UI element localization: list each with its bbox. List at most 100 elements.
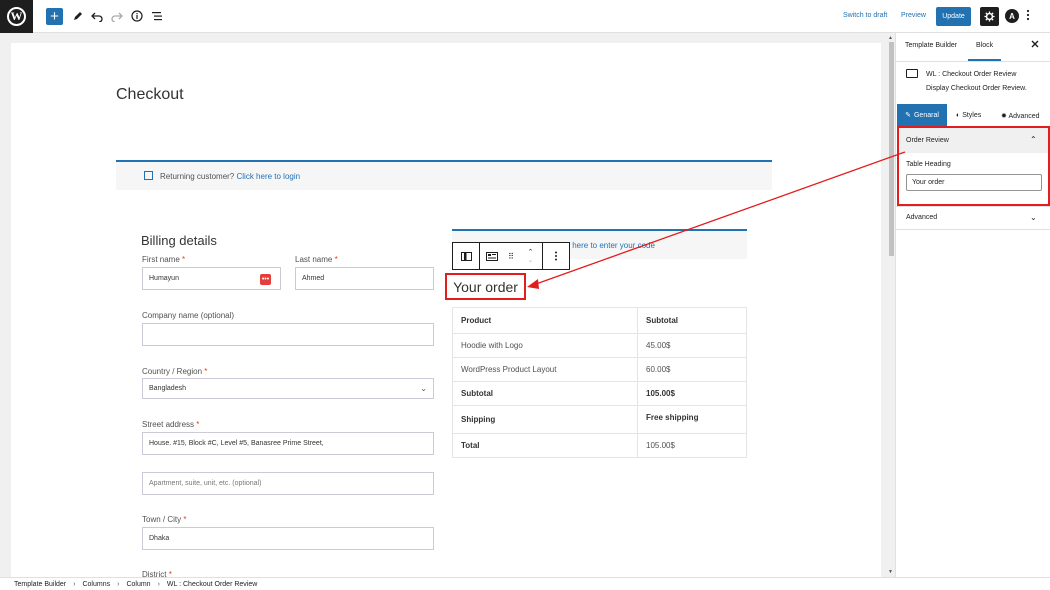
company-name-input[interactable]	[142, 323, 434, 346]
block-options-button[interactable]	[543, 243, 569, 269]
add-block-button[interactable]: +	[46, 8, 63, 25]
total-value: 105.00$	[637, 433, 747, 458]
palette-icon: ◐	[956, 112, 961, 119]
calendar-icon	[144, 171, 153, 180]
editor-canvas[interactable]	[11, 43, 881, 577]
edit-tool-button[interactable]	[69, 7, 87, 25]
returning-customer-notice: Returning customer? Click here to login	[116, 160, 772, 190]
list-view-button[interactable]	[148, 7, 166, 25]
wrench-icon: ✎	[905, 112, 911, 119]
block-toolbar: ⠿ ⌃ ⌄	[452, 242, 570, 270]
breadcrumb-item-columns[interactable]: Columns	[82, 581, 110, 588]
drag-handle-icon: ⠿	[508, 251, 514, 261]
tab-general[interactable]: ✎ Genaral	[897, 104, 947, 126]
details-button[interactable]	[128, 7, 146, 25]
highlight-box	[897, 126, 1050, 206]
tab-styles[interactable]: ◐ Styles	[956, 112, 981, 119]
block-title: WL : Checkout Order Review	[926, 71, 1017, 78]
required-mark: *	[334, 255, 338, 264]
total-label: Total	[452, 433, 638, 458]
scrollbar-thumb[interactable]	[889, 42, 894, 256]
first-name-label-text: First name	[142, 255, 180, 264]
chevron-up-icon[interactable]: ⌃	[528, 248, 534, 256]
cog-icon: ✹	[1001, 113, 1007, 120]
chevron-down-icon: ⌄	[420, 384, 427, 393]
breadcrumb-item-block[interactable]: WL : Checkout Order Review	[167, 581, 257, 588]
country-value: Bangladesh	[149, 385, 186, 392]
tab-advanced-label: Advanced	[1008, 113, 1040, 120]
login-link[interactable]: Click here to login	[237, 172, 301, 181]
city-input[interactable]: Dhaka	[142, 527, 434, 550]
order-review-table: Product Subtotal Hoodie with Logo 45.00$…	[452, 307, 747, 458]
switch-to-draft-button[interactable]: Switch to draft	[843, 12, 887, 19]
scroll-up-arrow[interactable]: ▲	[888, 35, 893, 41]
columns-icon	[460, 251, 472, 261]
required-mark: *	[183, 515, 187, 524]
chevron-down-icon[interactable]: ⌄	[1030, 213, 1037, 222]
order-review-block-icon	[485, 251, 498, 261]
more-options-button[interactable]	[1026, 9, 1030, 24]
info-icon	[131, 10, 143, 22]
shipping-value: Free shipping	[637, 405, 747, 434]
preview-button[interactable]: Preview	[901, 12, 926, 19]
gear-icon	[984, 11, 995, 22]
move-up-down-buttons[interactable]: ⌃ ⌄	[519, 243, 543, 269]
city-label-text: Town / City	[142, 515, 182, 524]
first-name-value: Humayun	[149, 275, 179, 282]
first-name-input[interactable]: Humayun •••	[142, 267, 281, 290]
billing-details-heading: Billing details	[141, 233, 217, 248]
tab-advanced[interactable]: ✹ Advanced	[1001, 112, 1040, 120]
subtotal-cell: 45.00$	[637, 333, 747, 358]
country-select[interactable]: Bangladesh ⌄	[142, 378, 434, 399]
your-order-heading[interactable]: Your order	[445, 273, 526, 300]
required-mark: *	[204, 367, 208, 376]
subtotal-value: 105.00$	[637, 381, 747, 406]
breadcrumb-item-column[interactable]: Column	[126, 581, 150, 588]
drag-handle[interactable]: ⠿	[503, 243, 519, 269]
parent-block-button[interactable]	[453, 243, 480, 269]
first-name-label: First name *	[142, 255, 185, 264]
editor-top-bar: W + Switch to draft Preview Update A	[0, 0, 1050, 33]
breadcrumb: Template Builder › Columns › Column › WL…	[0, 577, 1050, 590]
total-row: Total 105.00$	[452, 433, 747, 458]
wordpress-logo-icon: W	[7, 7, 26, 26]
more-vertical-icon	[555, 251, 557, 261]
advanced-panel-title[interactable]: Advanced	[906, 214, 937, 221]
shipping-row: Shipping Free shipping	[452, 405, 747, 434]
chevron-right-icon: ›	[157, 580, 160, 588]
apartment-input[interactable]: Apartment, suite, unit, etc. (optional)	[142, 472, 434, 495]
street-address-value: House. #15, Block #C, Level #5, Banasree…	[149, 440, 324, 447]
scroll-down-arrow[interactable]: ▼	[888, 569, 893, 575]
column-header-subtotal: Subtotal	[637, 307, 747, 334]
redo-button[interactable]	[108, 7, 126, 25]
column-header-product: Product	[452, 307, 638, 334]
table-header-row: Product Subtotal	[452, 307, 747, 334]
settings-button[interactable]	[980, 7, 999, 26]
tab-block[interactable]: Block	[976, 42, 993, 49]
chevron-right-icon: ›	[117, 580, 120, 588]
astra-logo-icon[interactable]: A	[1005, 9, 1019, 23]
pencil-icon	[74, 12, 82, 20]
block-type-button[interactable]	[480, 243, 503, 269]
undo-button[interactable]	[88, 7, 106, 25]
more-vertical-icon	[1026, 9, 1030, 21]
breadcrumb-item-template-builder[interactable]: Template Builder	[14, 581, 66, 588]
table-row: Hoodie with Logo 45.00$	[452, 333, 747, 358]
panel-divider	[895, 206, 1050, 207]
lastpass-icon[interactable]: •••	[260, 274, 271, 285]
wordpress-logo-button[interactable]: W	[0, 0, 33, 33]
last-name-input[interactable]: Ahmed	[295, 267, 434, 290]
product-cell: WordPress Product Layout	[452, 357, 638, 382]
close-sidebar-button[interactable]	[1031, 40, 1039, 51]
coupon-link[interactable]: k here to enter your code	[566, 241, 655, 250]
page-title: Checkout	[116, 86, 184, 103]
tab-general-label: Genaral	[913, 111, 939, 119]
update-button[interactable]: Update	[936, 7, 971, 26]
last-name-label-text: Last name	[295, 255, 333, 264]
street-address-input[interactable]: House. #15, Block #C, Level #5, Banasree…	[142, 432, 434, 455]
tab-template-builder[interactable]: Template Builder	[905, 42, 957, 49]
required-mark: *	[182, 255, 186, 264]
product-cell: Hoodie with Logo	[452, 333, 638, 358]
chevron-down-icon[interactable]: ⌄	[528, 256, 534, 264]
street-label-text: Street address	[142, 420, 195, 429]
